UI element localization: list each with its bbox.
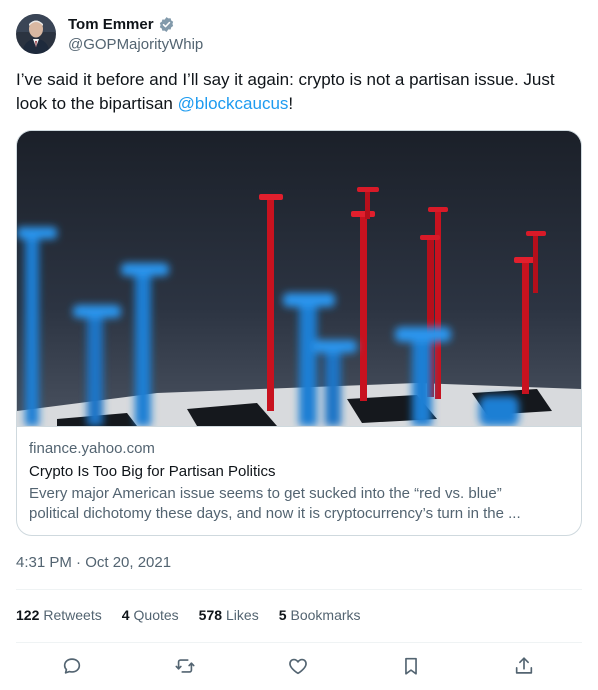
tweet-body-end: ! [288,94,294,113]
likes-stat[interactable]: 578 Likes [199,606,259,624]
retweet-button[interactable] [174,655,198,679]
quotes-label: Quotes [133,607,179,623]
retweets-count: 122 [16,607,40,623]
reply-icon [63,658,81,674]
divider [16,589,582,590]
card-image[interactable] [17,131,581,426]
share-button[interactable] [513,655,537,679]
action-bar [16,652,582,682]
author-handle[interactable]: @GOPMajorityWhip [68,35,203,54]
avatar[interactable] [16,14,56,54]
mention-link[interactable]: @blockcaucus [178,94,289,113]
divider [16,642,582,643]
card-title[interactable]: Crypto Is Too Big for Partisan Politics [29,462,276,481]
tweet-article: Tom Emmer @GOPMajorityWhip I’ve said it … [0,0,598,690]
quotes-count: 4 [121,607,130,623]
retweets-label: Retweets [43,607,102,623]
bookmark-button[interactable] [400,655,424,679]
author-info: Tom Emmer @GOPMajorityWhip [68,15,203,54]
card-description-line: political dichotomy these days, and now … [29,505,521,522]
like-icon [289,658,307,675]
like-button[interactable] [287,655,311,679]
quotes-stat[interactable]: 4 Quotes [122,606,179,624]
bookmarks-count: 5 [278,607,287,623]
card-domain: finance.yahoo.com [29,440,155,457]
bookmark-icon [405,657,417,675]
engagement-stats: 122 Retweets 4 Quotes 578 Likes 5 Bookmarks [16,606,381,624]
tweet-text: I’ve said it before and I’ll say it agai… [16,68,582,116]
tweet-header: Tom Emmer @GOPMajorityWhip [16,12,203,56]
bookmarks-stat[interactable]: 5 Bookmarks [279,606,361,624]
share-icon [515,657,533,674]
retweets-stat[interactable]: 122 Retweets [16,606,102,624]
card-description: Every major American issue seems to get … [29,484,569,524]
bookmarks-label: Bookmarks [290,607,361,623]
card-description-line: Every major American issue seems to get … [29,485,502,502]
author-name[interactable]: Tom Emmer [68,15,154,34]
author-name-row[interactable]: Tom Emmer [68,15,203,34]
tweet-timestamp[interactable]: 4:31 PM · Oct 20, 2021 [16,553,171,573]
likes-label: Likes [226,607,259,623]
card-divider [17,426,581,427]
verified-badge-icon [158,16,175,33]
retweet-icon [175,659,195,673]
reply-button[interactable] [61,655,85,679]
link-card[interactable]: finance.yahoo.com Crypto Is Too Big for … [16,130,582,536]
likes-count: 578 [198,607,223,623]
